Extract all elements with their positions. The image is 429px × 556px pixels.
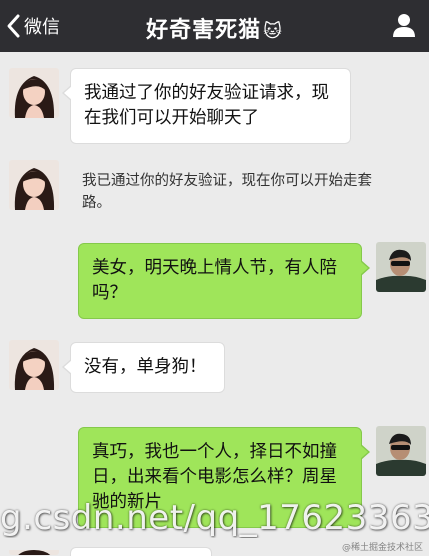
message-text: 我通过了你的好友验证请求，现在我们可以开始聊天了	[84, 83, 329, 128]
contact-avatar-image	[9, 550, 59, 555]
contact-info-button[interactable]	[391, 12, 417, 38]
contact-avatar[interactable]	[9, 68, 59, 118]
chat-title: 好奇害死猫 🐱	[0, 12, 429, 44]
contact-avatar-image	[9, 160, 59, 210]
person-icon	[393, 14, 415, 37]
contact-avatar-image	[9, 68, 59, 118]
my-avatar-image	[376, 426, 426, 476]
my-avatar-image	[376, 242, 426, 292]
corner-watermark: @稀土掘金技术社区	[341, 543, 423, 553]
chat-header: 微信 好奇害死猫 🐱	[0, 0, 429, 52]
message-text: 美女，明天晚上情人节，有人陪吗？	[92, 258, 337, 303]
message-bubble-sent[interactable]: 美女，明天晚上情人节，有人陪吗？	[78, 243, 370, 319]
message-text-plain: 我已通过你的好友验证，现在你可以开始走套路。	[82, 173, 372, 211]
my-avatar[interactable]	[376, 242, 426, 292]
contact-avatar[interactable]	[9, 545, 59, 555]
message-bubble-received[interactable]: 我通过了你的好友验证请求，现在我们可以开始聊天了	[62, 68, 351, 144]
cat-emoji: 🐱	[263, 21, 283, 42]
contact-avatar[interactable]	[9, 340, 59, 390]
watermark-text: g.csdn.net/qq_17623363	[0, 498, 429, 538]
message-text: 没有，单身狗！	[84, 357, 207, 377]
message-bubble-received[interactable]: 没有，单身狗！	[62, 342, 225, 393]
my-avatar[interactable]	[376, 426, 426, 476]
contact-avatar[interactable]	[9, 160, 59, 210]
chat-title-text: 好奇害死猫	[146, 18, 262, 43]
contact-avatar-image	[9, 340, 59, 390]
